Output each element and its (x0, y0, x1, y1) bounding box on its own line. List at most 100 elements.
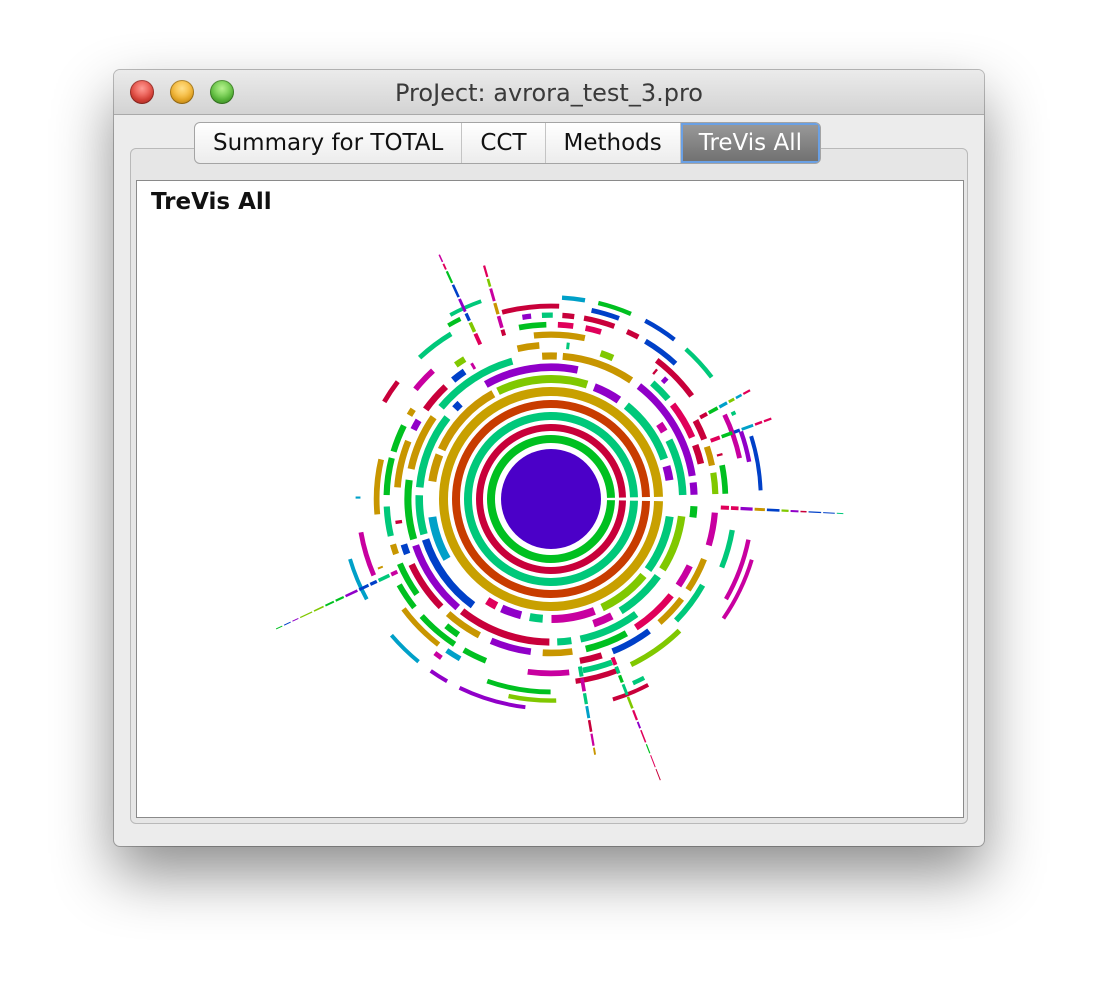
sunburst-spike (473, 332, 483, 346)
sunburst-segment (429, 669, 449, 683)
sunburst-spike (636, 721, 642, 729)
sunburst-segment (433, 651, 443, 660)
sunburst-spike (377, 573, 391, 583)
sunburst-spike (292, 617, 299, 622)
sunburst-spike (283, 621, 291, 626)
sunburst-segment (703, 445, 715, 467)
sunburst-spike (735, 393, 743, 400)
sunburst-segment (410, 418, 422, 432)
sunburst-segment (749, 435, 763, 491)
sunburst-segment (383, 506, 394, 537)
window-title: ProJect: avrora_test_3.pro (395, 79, 703, 107)
sunburst-segment (625, 329, 640, 340)
sunburst-segment (710, 472, 719, 495)
sunburst-segment (561, 295, 586, 303)
sunburst-segment (652, 368, 658, 375)
sunburst-spike (823, 512, 835, 514)
sunburst-segment (705, 512, 718, 547)
sunburst-spike (486, 278, 492, 288)
sunburst-spike (650, 754, 656, 768)
sunburst-spike (335, 595, 345, 602)
sunburst-spike (763, 417, 772, 423)
tab-summary-for-total[interactable]: Summary for TOTAL (195, 123, 463, 163)
title-bar[interactable]: ProJect: avrora_test_3.pro (114, 70, 984, 115)
sunburst-spike (640, 729, 647, 743)
sunburst-spike (741, 423, 754, 431)
sunburst-segment (629, 628, 682, 667)
sunburst-spike (740, 506, 753, 511)
sunburst-spike (442, 263, 447, 270)
sunburst-segment (377, 565, 384, 570)
sunburst-segment (599, 350, 615, 362)
sunburst-spike (590, 733, 595, 746)
sunburst-segment (529, 613, 544, 623)
sunburst-segment (383, 457, 395, 496)
sunburst-spike (500, 329, 507, 337)
sunburst-segment (562, 312, 575, 320)
sunburst-spike (626, 696, 634, 709)
sunburst-spike (721, 431, 733, 439)
sunburst-segment (521, 313, 532, 320)
sunburst-segment (415, 495, 428, 536)
sunburst-segment (684, 347, 714, 379)
sunburst-spike (493, 302, 500, 315)
sunburst-segment (382, 380, 400, 404)
sunburst-segment (470, 362, 477, 370)
sunburst-segment (584, 325, 602, 335)
sunburst-spike (489, 288, 496, 302)
sunburst-segment (451, 368, 467, 383)
sunburst-segment (527, 668, 570, 677)
sunburst-spike (742, 389, 751, 395)
sunburst-segment (612, 683, 650, 702)
sunburst-segment (719, 464, 729, 494)
sunburst-segment (716, 453, 723, 457)
sunburst-segment (454, 356, 467, 368)
tab-bar: Summary for TOTAL CCT Methods TreVis All (194, 122, 821, 164)
sunburst-segment (542, 648, 573, 657)
sunburst-spike (496, 315, 504, 329)
sunburst-spike (632, 709, 638, 721)
sunburst-segment (516, 342, 540, 352)
sunburst-spike (766, 508, 780, 512)
tab-cct[interactable]: CCT (462, 123, 546, 163)
sunburst-spike (699, 412, 708, 420)
sunburst-segment (500, 604, 523, 620)
sunburst-segment (692, 443, 705, 465)
tab-methods[interactable]: Methods (546, 123, 681, 163)
project-window: ProJect: avrora_test_3.pro TreVis All Su… (114, 70, 984, 846)
sunburst-spike (618, 674, 624, 684)
trevis-panel: TreVis All (136, 180, 964, 818)
sunburst-spike (582, 692, 589, 705)
sunburst-spike (464, 312, 471, 322)
sunburst-visualization[interactable] (137, 181, 963, 817)
sunburst-segment (406, 407, 416, 417)
sunburst-segment (592, 612, 614, 628)
sunburst-segment (730, 410, 737, 416)
sunburst-spike (754, 507, 765, 512)
sunburst-spike (313, 605, 324, 612)
sunburst-segment (413, 368, 435, 392)
sunburst-segment (390, 543, 400, 556)
sunburst-segment (389, 633, 420, 664)
sunburst-segment (445, 648, 462, 662)
sunburst-segment (644, 318, 676, 342)
sunburst-segment (689, 506, 698, 518)
sunburst-segment (358, 531, 377, 577)
sunburst-spike (707, 406, 719, 415)
sunburst-spike (482, 265, 489, 278)
sunburst-segment (355, 496, 361, 499)
sunburst-spike (451, 284, 460, 298)
sunburst-spike (445, 270, 454, 284)
sunburst-spike (577, 666, 584, 677)
sunburst-segment (486, 678, 551, 695)
sunburst-segment (447, 316, 462, 328)
sunburst-segment (452, 400, 463, 412)
sunburst-segment (428, 453, 444, 482)
sunburst-segment (508, 693, 557, 703)
sunburst-segment (533, 331, 586, 342)
tab-trevis-all[interactable]: TreVis All (680, 123, 820, 163)
sunburst-spike (585, 705, 591, 719)
sunburst-segment (557, 637, 572, 646)
sunburst-spike (438, 254, 444, 263)
sunburst-spike (710, 435, 721, 443)
